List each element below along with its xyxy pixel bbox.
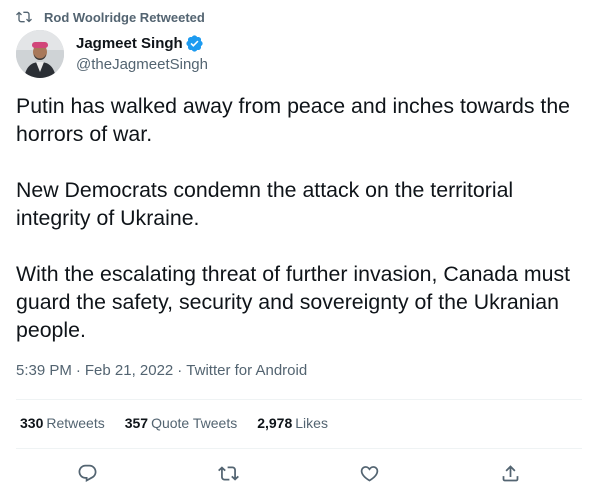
retweet-icon bbox=[16, 11, 32, 23]
tweet-time[interactable]: 5:39 PM bbox=[16, 362, 72, 379]
avatar-image bbox=[16, 30, 64, 78]
retweet-header[interactable]: Rod Woolridge Retweeted bbox=[16, 8, 205, 26]
share-button[interactable] bbox=[495, 458, 525, 488]
tweet-stats: 330 Retweets 357 Quote Tweets 2,978 Likes bbox=[20, 415, 348, 431]
quote-tweets-stat[interactable]: 357 Quote Tweets bbox=[125, 415, 238, 431]
tweet-text: Putin has walked away from peace and inc… bbox=[16, 92, 586, 344]
retweets-stat[interactable]: 330 Retweets bbox=[20, 415, 105, 431]
like-button[interactable] bbox=[354, 458, 384, 488]
verified-badge-icon bbox=[186, 35, 203, 52]
tweet-actions bbox=[0, 458, 598, 488]
divider bbox=[16, 399, 582, 400]
tweet-date[interactable]: Feb 21, 2022 bbox=[85, 362, 173, 379]
meta-separator: · bbox=[75, 362, 81, 379]
quote-tweets-label: Quote Tweets bbox=[151, 415, 238, 431]
retweet-header-text: Rod Woolridge Retweeted bbox=[44, 9, 205, 25]
author-handle[interactable]: @theJagmeetSingh bbox=[76, 54, 208, 75]
quote-tweets-count: 357 bbox=[124, 415, 149, 431]
reply-button[interactable] bbox=[72, 458, 102, 488]
retweets-count: 330 bbox=[20, 415, 44, 431]
likes-count: 2,978 bbox=[257, 415, 293, 431]
tweet-paragraph: With the escalating threat of further in… bbox=[16, 262, 571, 342]
retweet-icon bbox=[217, 465, 239, 481]
reply-icon bbox=[78, 464, 96, 482]
retweets-label: Retweets bbox=[46, 415, 105, 431]
share-icon bbox=[502, 464, 518, 481]
divider bbox=[16, 448, 582, 449]
tweet-source[interactable]: Twitter for Android bbox=[186, 362, 307, 379]
likes-stat[interactable]: 2,978 Likes bbox=[257, 415, 328, 431]
tweet-paragraph: Putin has walked away from peace and inc… bbox=[16, 94, 571, 146]
tweet-author: Jagmeet Singh @theJagmeetSingh bbox=[16, 30, 208, 78]
like-icon bbox=[360, 465, 378, 482]
tweet-paragraph: New Democrats condemn the attack on the … bbox=[16, 178, 514, 230]
meta-separator: · bbox=[177, 362, 183, 379]
avatar[interactable] bbox=[16, 30, 64, 78]
author-display-name[interactable]: Jagmeet Singh bbox=[76, 35, 183, 52]
retweet-button[interactable] bbox=[213, 458, 243, 488]
likes-label: Likes bbox=[295, 415, 328, 431]
tweet-meta: 5:39 PM · Feb 21, 2022 · Twitter for And… bbox=[16, 362, 307, 379]
